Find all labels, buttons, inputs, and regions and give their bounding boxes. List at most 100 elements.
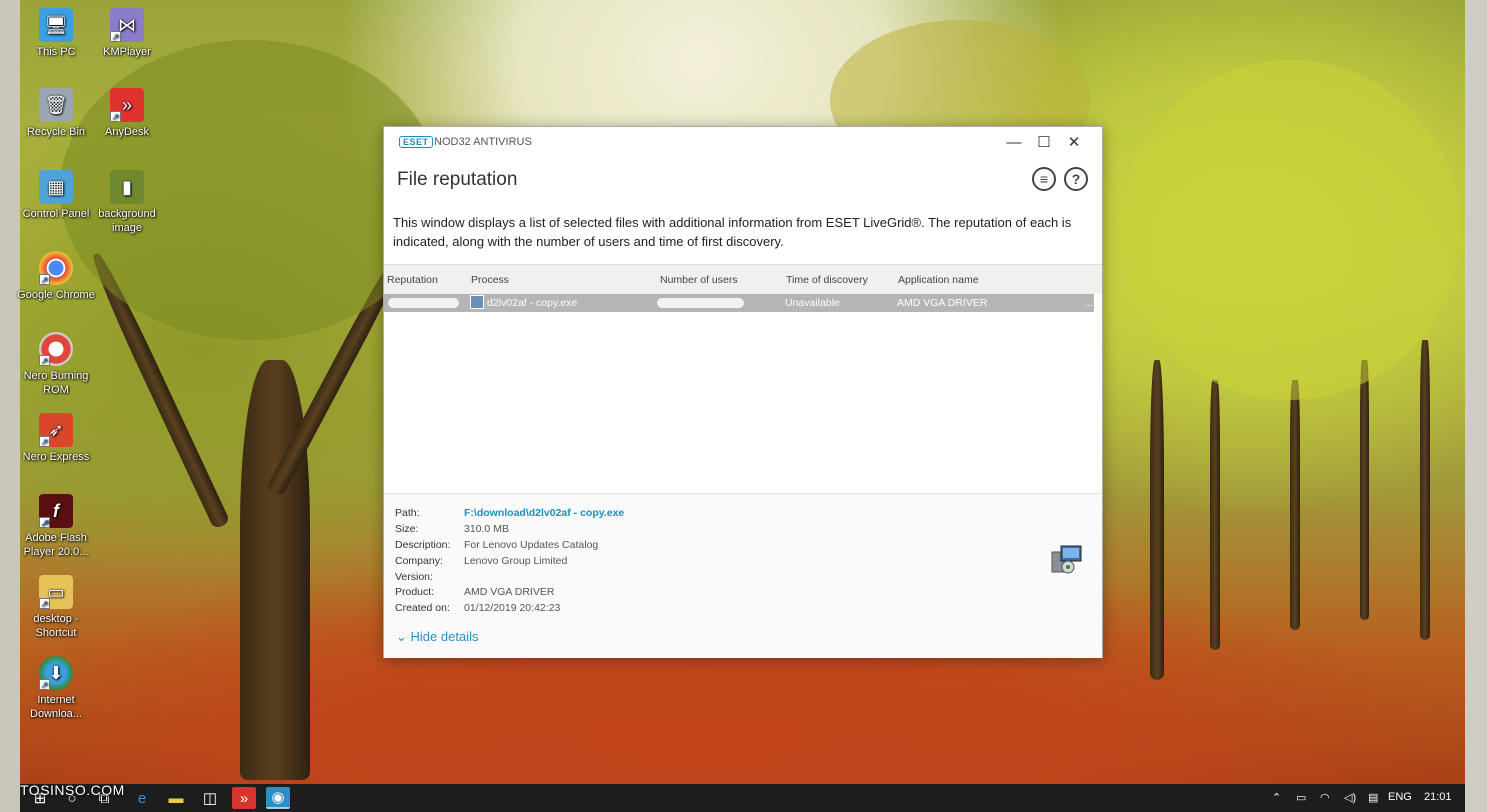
nero-burning-icon: ↗ xyxy=(39,332,73,366)
size-value: 310.0 MB xyxy=(464,523,509,535)
hide-details-label: Hide details xyxy=(410,629,479,644)
eset-file-reputation-window[interactable]: ESET NOD32 ANTIVIRUS — ☐ ✕ File reputati… xyxy=(383,126,1103,658)
wifi-icon[interactable]: ◠ xyxy=(1320,791,1330,804)
column-header-reputation[interactable]: Reputation xyxy=(387,274,438,286)
kmplayer-icon: ⋈ ↗ xyxy=(110,8,144,42)
product-name: NOD32 ANTIVIRUS xyxy=(434,136,532,148)
desktop-icon-label: Adobe Flash Player 20.0... xyxy=(23,532,89,558)
company-label: Company: xyxy=(395,555,443,567)
version-label: Version: xyxy=(395,571,433,583)
store-icon: ◫ xyxy=(202,790,218,807)
column-header-number-of-users[interactable]: Number of users xyxy=(660,274,738,286)
path-value[interactable]: F:\download\d2lv02af - copy.exe xyxy=(464,507,624,519)
folder-icon: ▬ xyxy=(168,789,184,807)
tree-trunk xyxy=(1150,360,1164,680)
anydesk-icon: » xyxy=(239,789,249,807)
desktop-icon-desktop-shortcut[interactable]: ▭ ↗ desktop - Shortcut xyxy=(17,575,95,640)
description-value: For Lenovo Updates Catalog xyxy=(464,539,599,551)
desktop-icon-label: This PC xyxy=(36,46,76,58)
path-label: Path: xyxy=(395,507,420,519)
clock[interactable]: 21:01 xyxy=(1424,791,1452,803)
taskbar: ⊞ ○ ⧉ e ▬ ◫ » ◉ ⌃ ▭ ◠ ◁) ▤ ENG 21:01 xyxy=(20,784,1465,812)
company-value: Lenovo Group Limited xyxy=(464,555,568,567)
maximize-button[interactable]: ☐ xyxy=(1029,130,1059,154)
taskbar-edge[interactable]: e xyxy=(130,787,154,809)
desktop-icon-google-chrome[interactable]: ↗ Google Chrome xyxy=(17,251,95,302)
table-empty-area xyxy=(384,312,1102,492)
more-ellipsis: ... xyxy=(1084,297,1093,309)
taskbar-file-explorer[interactable]: ▬ xyxy=(164,787,188,809)
window-titlebar[interactable]: ESET NOD32 ANTIVIRUS — ☐ ✕ xyxy=(384,127,1102,157)
battery-icon[interactable]: ▭ xyxy=(1296,791,1306,804)
control-panel-icon: ▦ xyxy=(39,170,73,204)
desktop-icon-this-pc[interactable]: 🖥 This PC xyxy=(17,8,95,59)
list-view-button[interactable]: ≡ xyxy=(1032,167,1056,191)
table-row[interactable]: d2lv02af - copy.exe Unavailable AMD VGA … xyxy=(384,294,1094,312)
minimize-button[interactable]: — xyxy=(999,130,1029,154)
screen-frame-right xyxy=(1465,0,1487,812)
help-icon: ? xyxy=(1071,171,1081,187)
process-file-icon xyxy=(470,295,484,309)
idm-icon: ⬇ ↗ xyxy=(39,656,73,690)
language-indicator[interactable]: ENG xyxy=(1388,791,1412,803)
application-name: AMD VGA DRIVER xyxy=(897,297,988,309)
desktop-icon-label: Google Chrome xyxy=(17,289,95,301)
taskbar-eset[interactable]: ◉ xyxy=(266,787,290,809)
taskbar-anydesk[interactable]: » xyxy=(232,787,256,809)
hide-details-link[interactable]: ⌄ Hide details xyxy=(396,629,478,645)
desktop-icon-control-panel[interactable]: ▦ Control Panel xyxy=(17,170,95,221)
column-header-time-of-discovery[interactable]: Time of discovery xyxy=(786,274,868,286)
this-pc-icon: 🖥 xyxy=(39,8,73,42)
time-of-discovery: Unavailable xyxy=(785,297,840,309)
action-center-icon[interactable]: ▤ xyxy=(1368,791,1378,804)
show-hidden-icons[interactable]: ⌃ xyxy=(1272,791,1281,804)
column-header-application-name[interactable]: Application name xyxy=(898,274,979,286)
close-icon: ✕ xyxy=(1067,134,1081,151)
volume-icon[interactable]: ◁) xyxy=(1344,791,1356,804)
created-on-value: 01/12/2019 20:42:23 xyxy=(464,602,561,614)
eset-icon: ◉ xyxy=(271,789,285,806)
details-panel: Path: F:\download\d2lv02af - copy.exe Si… xyxy=(384,493,1102,658)
desktop-icon-recycle-bin[interactable]: 🗑 Recycle Bin xyxy=(17,88,95,139)
desktop-icon-label: desktop - Shortcut xyxy=(33,613,79,639)
description-label: Description: xyxy=(395,539,451,551)
flash-icon: f ↗ xyxy=(39,494,73,528)
desktop-icon-nero-express[interactable]: ➶ ↗ Nero Express xyxy=(17,413,95,464)
table-header: Reputation Process Number of users Time … xyxy=(384,264,1102,294)
taskbar-store[interactable]: ◫ xyxy=(198,787,222,809)
product-label: Product: xyxy=(395,586,435,598)
installer-file-icon xyxy=(1051,545,1082,574)
users-bar xyxy=(657,298,744,308)
page-title: File reputation xyxy=(397,169,518,190)
minimize-icon: — xyxy=(1006,133,1022,151)
process-name: d2lv02af - copy.exe xyxy=(487,297,578,309)
chrome-icon: ↗ xyxy=(39,251,73,285)
desktop-icon-background-image[interactable]: ▮ background image xyxy=(88,170,166,235)
created-on-label: Created on: xyxy=(395,602,450,614)
desktop-icon-label: Nero Express xyxy=(22,451,90,463)
desktop-icon-label: KMPlayer xyxy=(103,46,151,58)
folder-shortcut-icon: ▭ ↗ xyxy=(39,575,73,609)
recycle-bin-icon: 🗑 xyxy=(39,88,73,122)
reputation-bar xyxy=(388,298,459,308)
column-header-process[interactable]: Process xyxy=(471,274,509,286)
description-text: This window displays a list of selected … xyxy=(393,215,1072,249)
desktop-icon-anydesk[interactable]: » ↗ AnyDesk xyxy=(88,88,166,139)
close-button[interactable]: ✕ xyxy=(1059,130,1089,154)
chevron-down-icon: ⌄ xyxy=(396,629,407,644)
desktop-icon-nero-burning-rom[interactable]: ↗ Nero Burning ROM xyxy=(17,332,95,397)
desktop-icon-adobe-flash-player[interactable]: f ↗ Adobe Flash Player 20.0... xyxy=(17,494,95,559)
desktop-icon-kmplayer[interactable]: ⋈ ↗ KMPlayer xyxy=(88,8,166,59)
size-label: Size: xyxy=(395,523,419,535)
help-button[interactable]: ? xyxy=(1064,167,1088,191)
eset-logo: ESET xyxy=(399,136,433,148)
list-icon: ≡ xyxy=(1039,171,1049,187)
tree-trunk xyxy=(1290,380,1300,630)
tree-trunk xyxy=(1210,380,1220,650)
tree-trunk xyxy=(1420,340,1430,640)
product-value: AMD VGA DRIVER xyxy=(464,586,555,598)
desktop-icon-label: background image xyxy=(98,208,156,234)
anydesk-icon: » ↗ xyxy=(110,88,144,122)
tree-trunk xyxy=(1360,360,1369,620)
desktop-icon-internet-download-manager[interactable]: ⬇ ↗ Internet Downloa... xyxy=(17,656,95,721)
